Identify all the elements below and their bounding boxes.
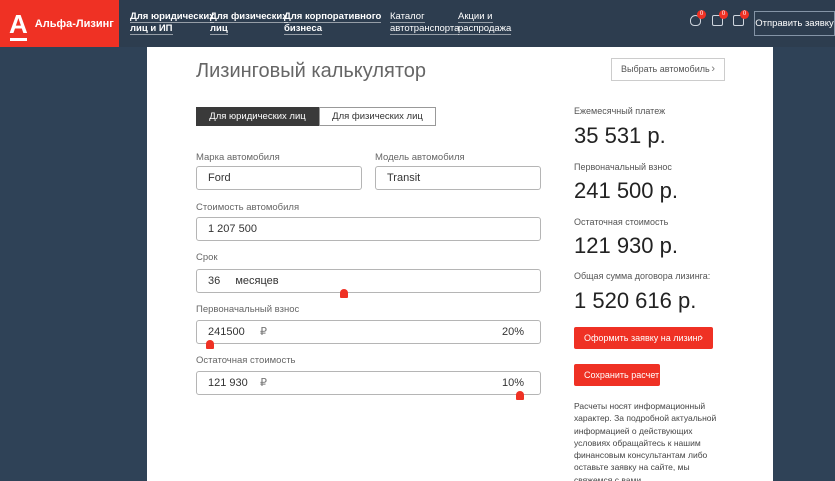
client-type-tabs: Для юридических лиц Для физических лиц	[196, 107, 436, 126]
term-slider-handle[interactable]	[340, 289, 349, 298]
page-title: Лизинговый калькулятор	[196, 60, 427, 82]
down-payment-slider-handle[interactable]	[205, 340, 214, 349]
model-value: Transit	[387, 172, 421, 184]
cost-label: Стоимость автомобиля	[196, 202, 300, 213]
disclaimer-text: Расчеты носят информационный характер. З…	[574, 401, 717, 481]
cost-input[interactable]: 1 207 500	[196, 217, 541, 241]
tab-legal-entities[interactable]: Для юридических лиц	[196, 107, 319, 126]
nav-promotions[interactable]: Акции и распродажа	[458, 11, 512, 35]
chevron-right-icon: ›	[711, 63, 715, 75]
nav-legal-entities[interactable]: Для юридических лиц и ИП	[130, 11, 215, 35]
brand-name: Альфа-Лизинг	[34, 17, 114, 30]
brand-logo[interactable]: А Альфа-Лизинг	[0, 0, 119, 47]
term-unit: месяцев	[235, 275, 279, 287]
residual-slider-handle[interactable]	[516, 391, 525, 400]
list-icon[interactable]: 0	[733, 10, 749, 26]
nav-individuals[interactable]: Для физических лиц	[210, 11, 288, 35]
calculator-card: Лизинговый калькулятор Выбрать автомобил…	[147, 47, 773, 481]
alfa-logo-icon: А	[9, 8, 28, 41]
residual-label: Остаточная стоимость	[196, 355, 296, 366]
compare-badge: 0	[719, 10, 728, 19]
top-navigation-bar: А Альфа-Лизинг Для юридических лиц и ИП …	[0, 0, 835, 47]
down-payment-input[interactable]: 241500 ₽ 20%	[196, 320, 541, 344]
choose-car-button[interactable]: Выбрать автомобиль ›	[611, 58, 725, 81]
monthly-payment-label: Ежемесячный платеж	[574, 106, 666, 116]
term-value: 36	[208, 275, 221, 287]
nav-catalog[interactable]: Каталог автотранспорта	[390, 11, 460, 35]
down-payment-value: 241500	[208, 326, 245, 338]
nav-corporate[interactable]: Для корпоративного бизнеса	[284, 11, 382, 35]
tab-individuals[interactable]: Для физических лиц	[319, 107, 436, 126]
term-input[interactable]: 36 месяцев	[196, 269, 541, 293]
result-down-payment-value: 241 500 р.	[574, 178, 678, 203]
list-badge: 0	[740, 10, 749, 19]
chevron-right-icon: ›	[699, 332, 703, 344]
monthly-payment-value: 35 531 р.	[574, 123, 666, 148]
result-residual-label: Остаточная стоимость	[574, 217, 669, 227]
model-select[interactable]: Transit	[375, 166, 541, 190]
residual-value: 121 930	[208, 377, 248, 389]
favorites-heart-icon[interactable]: 0	[690, 10, 706, 26]
result-residual-value: 121 930 р.	[574, 233, 678, 258]
result-down-payment-label: Первоначальный взнос	[574, 162, 672, 172]
choose-car-label: Выбрать автомобиль	[621, 64, 710, 74]
brand-label: Марка автомобиля	[196, 152, 280, 163]
compare-icon[interactable]: 0	[712, 10, 728, 26]
cost-value: 1 207 500	[208, 223, 257, 235]
down-payment-percent: 20%	[501, 326, 524, 338]
down-payment-label: Первоначальный взнос	[196, 304, 300, 315]
total-sum-value: 1 520 616 р.	[574, 288, 697, 313]
residual-input[interactable]: 121 930 ₽ 10%	[196, 371, 541, 395]
favorites-badge: 0	[697, 10, 706, 19]
brand-value: Ford	[208, 172, 231, 184]
brand-select[interactable]: Ford	[196, 166, 362, 190]
ruble-icon: ₽	[260, 377, 267, 389]
save-calculation-button[interactable]: Сохранить расчет	[574, 364, 660, 386]
model-label: Модель автомобиля	[375, 152, 465, 163]
ruble-icon: ₽	[260, 326, 267, 338]
send-request-button[interactable]: Отправить заявку	[754, 11, 835, 36]
apply-leasing-label: Оформить заявку на лизинг	[584, 333, 701, 343]
total-sum-label: Общая сумма договора лизинга:	[574, 271, 711, 281]
apply-leasing-button[interactable]: Оформить заявку на лизинг ›	[574, 327, 713, 349]
term-label: Срок	[196, 252, 218, 263]
